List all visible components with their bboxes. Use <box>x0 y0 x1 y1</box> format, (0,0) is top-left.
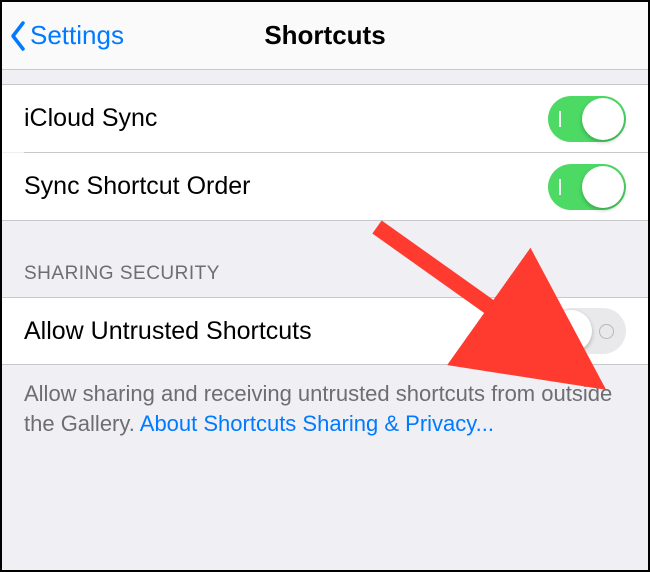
row-icloud-sync[interactable]: iCloud Sync <box>2 84 648 152</box>
back-button[interactable]: Settings <box>2 19 124 53</box>
toggle-sync-order[interactable] <box>548 164 626 210</box>
chevron-left-icon <box>8 19 30 53</box>
row-label: Sync Shortcut Order <box>24 172 250 201</box>
row-sync-order[interactable]: Sync Shortcut Order <box>2 153 648 221</box>
row-allow-untrusted[interactable]: Allow Untrusted Shortcuts <box>2 297 648 365</box>
section-header: SHARING SECURITY <box>2 221 648 297</box>
row-label: Allow Untrusted Shortcuts <box>24 317 312 346</box>
back-label: Settings <box>30 20 124 51</box>
toggle-allow-untrusted[interactable] <box>548 308 626 354</box>
toggle-icloud-sync[interactable] <box>548 96 626 142</box>
footer-link[interactable]: About Shortcuts Sharing & Privacy... <box>140 411 494 436</box>
section-footer: Allow sharing and receiving untrusted sh… <box>2 365 648 452</box>
row-label: iCloud Sync <box>24 104 157 133</box>
nav-bar: Settings Shortcuts <box>2 2 648 70</box>
spacer <box>2 70 648 84</box>
